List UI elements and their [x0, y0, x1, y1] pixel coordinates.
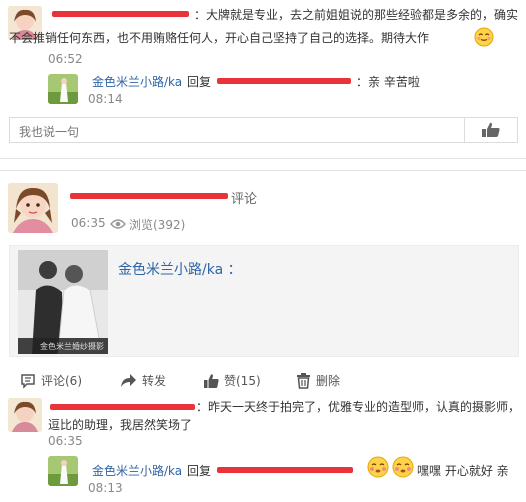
- forward-button[interactable]: 转发: [120, 372, 166, 389]
- reply-text: ：亲 辛苦啦: [356, 75, 420, 89]
- avatar[interactable]: [8, 398, 42, 432]
- reply-author-name[interactable]: 金色米兰小路/ka: [92, 462, 182, 479]
- comment-input-placeholder: 我也说一句: [19, 125, 80, 139]
- comment-time: 06:35: [48, 434, 83, 448]
- reply-time: 08:13: [88, 481, 123, 495]
- smiley-emoji: [474, 27, 494, 47]
- comment-text-line2: 不会推销任何东西，也不用贿赂任何人，开心自己坚持了自己的选择。期待大作: [9, 31, 430, 45]
- redacted-reply-target: [217, 78, 351, 84]
- comment-action-label: 评论(6): [41, 374, 82, 388]
- reply-text: 嘿嘿 开心就好 亲: [417, 464, 509, 478]
- comment-icon: [21, 373, 35, 389]
- photo-caption: 金色米兰婚纱摄影: [40, 342, 104, 351]
- comment-text-line1: ：大牌就是专业，去之前姐姐说的那些经验都是多余的，确实: [194, 8, 519, 22]
- delete-label: 删除: [316, 374, 341, 388]
- shared-author-name[interactable]: 金色米兰小路/ka ：: [118, 259, 242, 279]
- thumb-send-icon: [482, 122, 500, 137]
- shared-photo: 金色米兰婚纱摄影: [18, 250, 108, 354]
- forward-icon: [121, 373, 136, 387]
- like-button[interactable]: 赞(15): [203, 372, 261, 389]
- reply-label: 回复: [187, 464, 212, 478]
- post-author-avatar[interactable]: [8, 183, 58, 233]
- reply-avatar[interactable]: [48, 74, 78, 104]
- reply-avatar[interactable]: [48, 456, 78, 486]
- shared-card[interactable]: 金色米兰婚纱摄影 金色米兰小路/ka ：: [9, 245, 519, 357]
- comment-input[interactable]: 我也说一句: [9, 117, 465, 143]
- redacted-username: [52, 11, 189, 17]
- section-divider: [0, 158, 526, 159]
- like-label: 赞(15): [224, 374, 261, 388]
- comment-text-line2: 逗比的助理，我居然笑场了: [48, 418, 193, 432]
- post-action-label: 评论: [231, 192, 258, 207]
- redacted-username: [50, 404, 195, 410]
- views-count: 浏览(392): [129, 218, 186, 232]
- blush-emoji: [392, 456, 414, 478]
- reply-time: 08:14: [88, 92, 123, 106]
- blush-emoji: [367, 456, 389, 478]
- send-button[interactable]: [465, 117, 518, 143]
- forward-label: 转发: [142, 374, 167, 388]
- views-icon: [110, 218, 126, 233]
- thumbs-up-icon: [204, 373, 219, 388]
- reply-author-name[interactable]: 金色米兰小路/ka: [92, 73, 182, 90]
- section-divider: [0, 170, 526, 171]
- delete-button[interactable]: 删除: [296, 372, 340, 389]
- post-time: 06:35: [71, 216, 106, 230]
- redacted-post-author: [70, 193, 228, 199]
- redacted-reply-target: [217, 467, 353, 473]
- trash-icon: [297, 372, 310, 389]
- comment-action-button[interactable]: 评论(6): [20, 372, 82, 389]
- comment-time: 06:52: [48, 52, 83, 66]
- reply-label: 回复: [187, 75, 212, 89]
- comment-text-line1: ：昨天一天终于拍完了，优雅专业的造型师，认真的摄影师，: [196, 400, 521, 414]
